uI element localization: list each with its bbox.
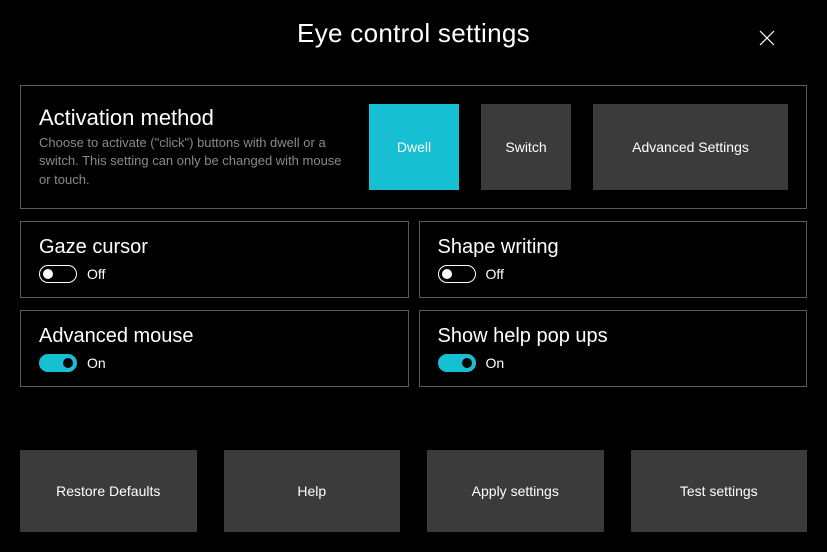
close-icon bbox=[759, 30, 775, 46]
restore-defaults-button[interactable]: Restore Defaults bbox=[20, 450, 197, 532]
advanced-mouse-card[interactable]: Advanced mouse On bbox=[20, 310, 409, 387]
switch-button[interactable]: Switch bbox=[481, 104, 571, 190]
dwell-button[interactable]: Dwell bbox=[369, 104, 459, 190]
activation-method-card: Activation method Choose to activate ("c… bbox=[20, 85, 807, 209]
activation-description: Choose to activate ("click") buttons wit… bbox=[39, 134, 351, 189]
gaze-cursor-title: Gaze cursor bbox=[39, 236, 390, 259]
advanced-mouse-state: On bbox=[87, 355, 106, 371]
page-title: Eye control settings bbox=[297, 18, 530, 49]
show-help-state: On bbox=[486, 355, 505, 371]
show-help-title: Show help pop ups bbox=[438, 325, 789, 348]
test-settings-button[interactable]: Test settings bbox=[631, 450, 808, 532]
shape-writing-title: Shape writing bbox=[438, 236, 789, 259]
close-button[interactable] bbox=[753, 24, 781, 52]
show-help-card[interactable]: Show help pop ups On bbox=[419, 310, 808, 387]
apply-settings-button[interactable]: Apply settings bbox=[427, 450, 604, 532]
show-help-toggle[interactable] bbox=[438, 354, 476, 372]
activation-title: Activation method bbox=[39, 105, 351, 131]
shape-writing-state: Off bbox=[486, 266, 504, 282]
advanced-settings-button[interactable]: Advanced Settings bbox=[593, 104, 788, 190]
advanced-mouse-title: Advanced mouse bbox=[39, 325, 390, 348]
gaze-cursor-state: Off bbox=[87, 266, 105, 282]
help-button[interactable]: Help bbox=[224, 450, 401, 532]
gaze-cursor-toggle[interactable] bbox=[39, 265, 77, 283]
advanced-mouse-toggle[interactable] bbox=[39, 354, 77, 372]
shape-writing-toggle[interactable] bbox=[438, 265, 476, 283]
gaze-cursor-card[interactable]: Gaze cursor Off bbox=[20, 221, 409, 298]
shape-writing-card[interactable]: Shape writing Off bbox=[419, 221, 808, 298]
